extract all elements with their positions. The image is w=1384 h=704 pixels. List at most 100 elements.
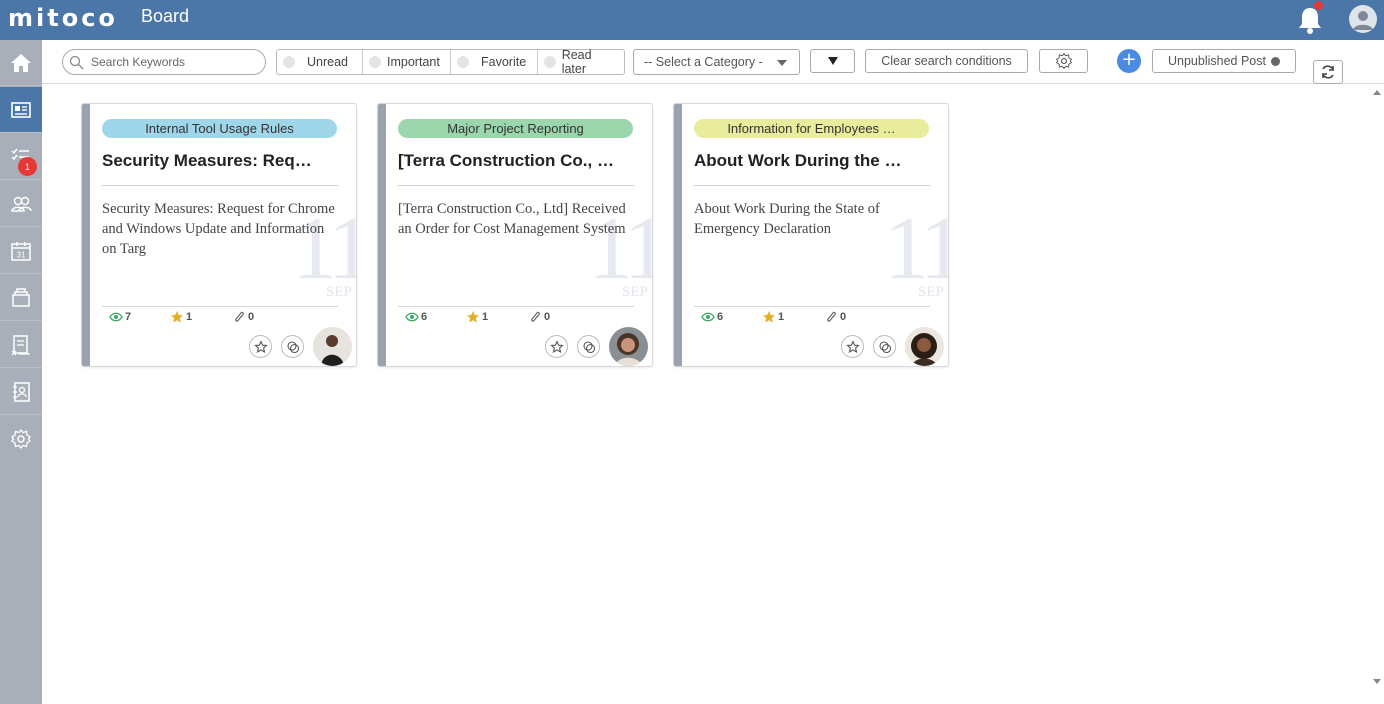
toggle-dot-icon (457, 56, 469, 68)
filter-dropdown-button[interactable] (810, 49, 855, 73)
views-value: 6 (717, 311, 724, 323)
category-tag[interactable]: Internal Tool Usage Rules (102, 119, 337, 138)
stars-value: 1 (778, 311, 785, 323)
filter-read-later[interactable]: Read later (538, 48, 624, 76)
card-accent-bar (674, 104, 682, 366)
copy-icon (582, 340, 595, 353)
filter-label: Unread (307, 55, 348, 69)
category-placeholder: -- Select a Category - (644, 55, 763, 69)
filter-label: Read later (561, 48, 592, 76)
star-outline-icon (845, 339, 860, 353)
plus-icon: + (1121, 49, 1137, 70)
category-select[interactable]: -- Select a Category - (633, 49, 800, 75)
stars-value: 1 (482, 311, 489, 323)
divider (102, 306, 338, 307)
divider (398, 185, 634, 186)
filter-favorite[interactable]: Favorite (451, 50, 538, 74)
sidebar-item-home[interactable] (0, 40, 42, 86)
card-title[interactable]: About Work During the … (694, 151, 930, 171)
sidebar-item-people[interactable] (0, 181, 42, 227)
read-later-button[interactable] (577, 335, 600, 358)
filter-label: Favorite (481, 55, 527, 69)
eye-icon (109, 312, 123, 322)
views-value: 7 (125, 311, 132, 323)
category-tag[interactable]: Information for Employees … (694, 119, 929, 138)
divider (398, 306, 634, 307)
divider (102, 185, 338, 186)
star-outline-icon (549, 339, 564, 353)
calendar-icon: 31 (11, 241, 31, 261)
person-photo (313, 327, 352, 366)
paperclip-icon (235, 311, 244, 322)
views-value: 6 (421, 311, 428, 323)
user-icon (1353, 11, 1373, 30)
card-body: Security Measures: Request for Chrome an… (102, 201, 335, 257)
add-post-button[interactable]: + (1117, 49, 1141, 73)
post-card[interactable]: Internal Tool Usage Rules Security Measu… (81, 103, 357, 367)
sidebar-item-expense[interactable] (0, 322, 42, 368)
post-card[interactable]: Information for Employees … About Work D… (673, 103, 949, 367)
search-input[interactable] (91, 53, 261, 71)
toggle-dot-icon (544, 56, 556, 68)
filter-unread[interactable]: Unread (277, 50, 363, 74)
card-date-month: SEP (918, 284, 944, 300)
author-avatar[interactable] (313, 327, 352, 366)
refresh-button[interactable] (1313, 60, 1343, 84)
settings-button[interactable] (1039, 49, 1088, 73)
copy-icon (878, 340, 891, 353)
attachments-count: 0 (824, 310, 846, 324)
star-icon (171, 311, 183, 323)
author-avatar[interactable] (905, 327, 944, 366)
star-icon (763, 311, 775, 323)
search-icon (69, 55, 84, 70)
divider (694, 306, 930, 307)
files-icon (12, 287, 30, 307)
chevron-down-icon (777, 60, 787, 66)
status-dot-icon (1270, 56, 1280, 66)
views-count: 6 (405, 310, 427, 324)
top-bar: mitoco Board (0, 0, 1384, 40)
scroll-up-icon[interactable] (1373, 90, 1381, 95)
favorite-button[interactable] (249, 335, 272, 358)
card-title[interactable]: Security Measures: Req… (102, 151, 338, 171)
scroll-down-icon[interactable] (1373, 679, 1381, 684)
vertical-scrollbar[interactable] (1370, 84, 1384, 692)
attachments-value: 0 (248, 311, 255, 323)
toggle-dot-icon (369, 56, 381, 68)
category-tag[interactable]: Major Project Reporting (398, 119, 633, 138)
favorite-button[interactable] (545, 335, 568, 358)
favorite-button[interactable] (841, 335, 864, 358)
sidebar-item-address-book[interactable] (0, 369, 42, 415)
gear-icon (1055, 52, 1072, 70)
post-card[interactable]: Major Project Reporting [Terra Construct… (377, 103, 653, 367)
sidebar-item-board[interactable] (0, 87, 42, 133)
copy-icon (286, 340, 299, 353)
star-outline-icon (253, 339, 268, 353)
filter-label: Important (387, 55, 440, 69)
unpublished-label: Unpublished Post (1168, 54, 1266, 68)
card-title[interactable]: [Terra Construction Co., … (398, 151, 634, 171)
user-avatar[interactable] (1349, 5, 1377, 33)
board-icon (11, 101, 31, 118)
attachments-count: 0 (528, 310, 550, 324)
read-later-button[interactable] (873, 335, 896, 358)
paperclip-icon (827, 311, 836, 322)
stars-value: 1 (186, 311, 193, 323)
logo[interactable]: mitoco (8, 4, 118, 32)
person-photo (905, 327, 944, 366)
sidebar-item-todo[interactable]: 1 (0, 134, 42, 180)
stars-count: 1 (170, 310, 192, 324)
filter-important[interactable]: Important (363, 50, 451, 74)
sidebar-item-calendar[interactable]: 31 (0, 228, 42, 274)
clear-search-button[interactable]: Clear search conditions (865, 49, 1028, 73)
card-date-month: SEP (622, 284, 648, 300)
views-count: 6 (701, 310, 723, 324)
sidebar-item-settings[interactable] (0, 416, 42, 462)
search-box[interactable] (62, 49, 266, 75)
read-later-button[interactable] (281, 335, 304, 358)
author-avatar[interactable] (609, 327, 648, 366)
sidebar-item-files[interactable] (0, 275, 42, 321)
home-icon (11, 53, 31, 72)
unpublished-post-button[interactable]: Unpublished Post (1152, 49, 1296, 73)
person-photo (609, 327, 648, 366)
